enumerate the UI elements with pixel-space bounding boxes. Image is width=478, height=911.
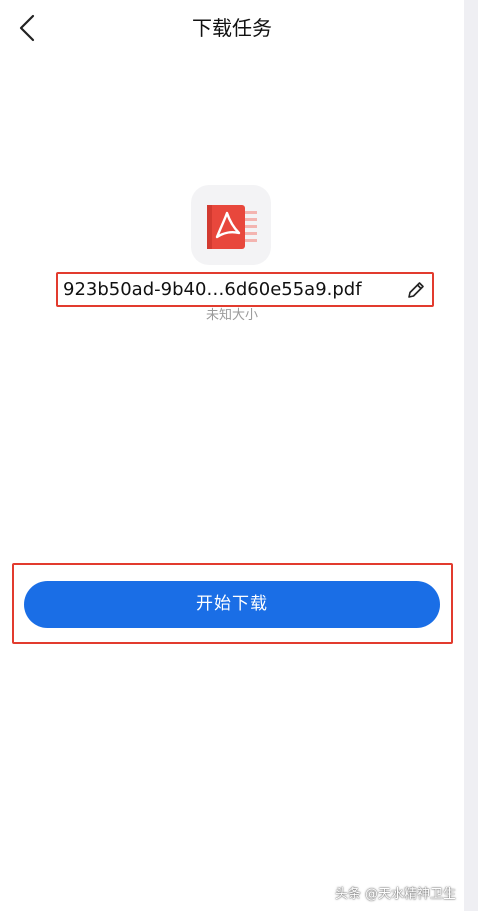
watermark-text: 头条 @天水精神卫生 (334, 887, 456, 902)
start-download-button[interactable]: 开始下载 (24, 581, 440, 628)
pdf-file-icon (207, 205, 257, 249)
file-size-label: 未知大小 (205, 308, 258, 323)
download-task-page: 下载任务 923b50ad-9b40…6d60e55a9.pdf 未知大小 开始… (0, 0, 478, 911)
file-icon-container (191, 185, 271, 265)
pencil-icon (408, 282, 424, 298)
scroll-edge (464, 0, 478, 911)
filename-field[interactable]: 923b50ad-9b40…6d60e55a9.pdf (56, 272, 434, 307)
page-title: 下载任务 (192, 16, 272, 40)
edit-filename-button[interactable] (404, 278, 428, 302)
filename-text: 923b50ad-9b40…6d60e55a9.pdf (63, 279, 362, 300)
